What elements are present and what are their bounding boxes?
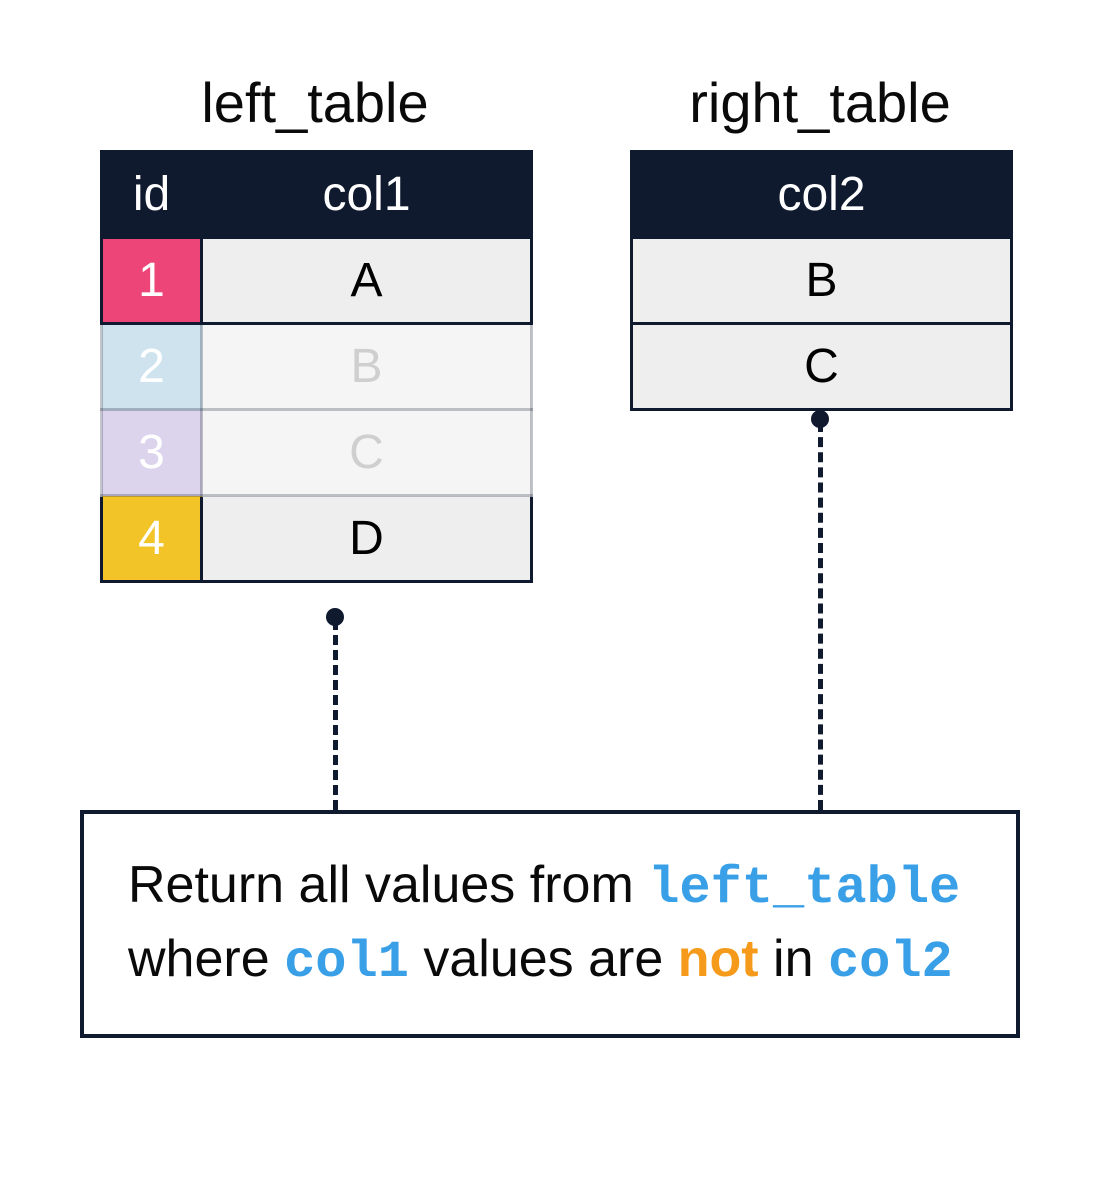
connector-line-left: [333, 620, 338, 810]
left-header-id: id: [102, 152, 202, 238]
left-row2-val: B: [202, 324, 532, 410]
right-header-col2: col2: [632, 152, 1012, 238]
left-row1-val: A: [202, 238, 532, 324]
left-row2-id: 2: [102, 324, 202, 410]
caption-code-col1: col1: [284, 933, 409, 992]
table-row: C: [632, 324, 1012, 410]
caption-text-1: Return all values from: [128, 856, 648, 914]
caption-not: not: [678, 930, 759, 988]
right-table: col2 B C: [630, 150, 1013, 411]
table-row: B: [632, 238, 1012, 324]
table-row: 4 D: [102, 496, 532, 582]
right-row1-val: B: [632, 238, 1012, 324]
table-row: 1 A: [102, 238, 532, 324]
caption-text-4: in: [759, 930, 828, 988]
left-row3-id: 3: [102, 410, 202, 496]
caption-code-col2: col2: [828, 933, 953, 992]
right-table-title: right_table: [630, 70, 1010, 135]
left-row3-val: C: [202, 410, 532, 496]
left-row4-id: 4: [102, 496, 202, 582]
caption-text-3: values are: [409, 930, 678, 988]
left-table: id col1 1 A 2 B 3 C 4 D: [100, 150, 533, 583]
right-table-header-row: col2: [632, 152, 1012, 238]
left-row4-val: D: [202, 496, 532, 582]
left-table-header-row: id col1: [102, 152, 532, 238]
caption-text-2: where: [128, 930, 284, 988]
table-row: 2 B: [102, 324, 532, 410]
connector-line-right: [818, 422, 823, 810]
caption-code-left-table: left_table: [648, 859, 960, 918]
left-header-col1: col1: [202, 152, 532, 238]
table-row: 3 C: [102, 410, 532, 496]
caption-box: Return all values from left_table where …: [80, 810, 1020, 1038]
right-row2-val: C: [632, 324, 1012, 410]
diagram-canvas: left_table right_table id col1 1 A 2 B 3…: [0, 0, 1102, 1202]
left-table-title: left_table: [100, 70, 530, 135]
left-row1-id: 1: [102, 238, 202, 324]
